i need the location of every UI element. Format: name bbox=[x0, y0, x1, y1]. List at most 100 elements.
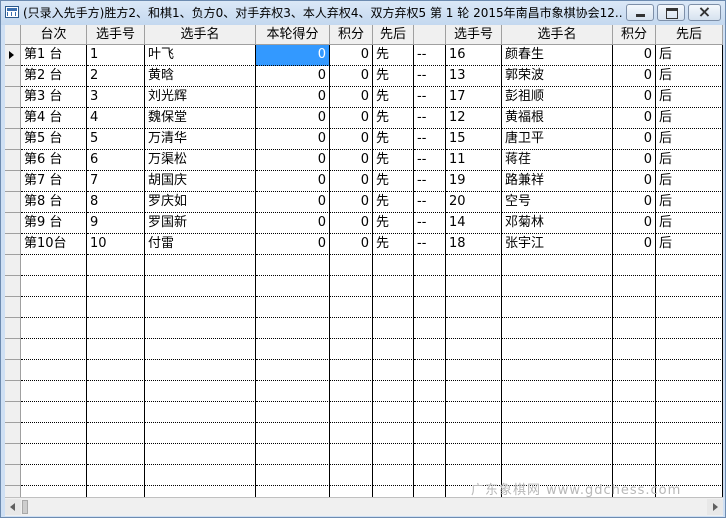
table-row[interactable]: 第6 台 6 万渠松 0 0 先 -- 11 蒋荏 0 后 bbox=[5, 150, 723, 171]
minimize-button[interactable] bbox=[626, 4, 654, 21]
cell-player-name[interactable] bbox=[145, 486, 256, 497]
cell-opp-color[interactable] bbox=[656, 318, 723, 339]
cell-opp-player-name[interactable]: 彭祖顺 bbox=[502, 87, 613, 108]
title-bar[interactable]: (只录入先手方)胜方2、和棋1、负方0、对手弃权3、本人弃权4、双方弃权5 第 … bbox=[1, 1, 725, 25]
cell-color[interactable] bbox=[373, 360, 414, 381]
cell-opp-player-no[interactable]: 16 bbox=[446, 45, 502, 66]
cell-score[interactable] bbox=[330, 255, 373, 276]
cell-opp-player-name[interactable] bbox=[502, 318, 613, 339]
cell-vs[interactable] bbox=[414, 444, 446, 465]
cell-opp-player-no[interactable]: 20 bbox=[446, 192, 502, 213]
table-row[interactable]: 第8 台 8 罗庆如 0 0 先 -- 20 空号 0 后 bbox=[5, 192, 723, 213]
column-header-player-no[interactable]: 选手号 bbox=[87, 25, 145, 45]
cell-color[interactable]: 先 bbox=[373, 66, 414, 87]
cell-round-score[interactable]: 0 bbox=[256, 234, 330, 255]
cell-vs[interactable] bbox=[414, 381, 446, 402]
cell-color[interactable] bbox=[373, 339, 414, 360]
cell-opp-color[interactable]: 后 bbox=[656, 66, 723, 87]
cell-opp-player-no[interactable] bbox=[446, 297, 502, 318]
row-indicator[interactable] bbox=[5, 129, 21, 150]
cell-player-no[interactable] bbox=[87, 318, 145, 339]
scroll-right-arrow-icon[interactable] bbox=[707, 499, 723, 515]
row-indicator[interactable] bbox=[5, 486, 21, 497]
cell-player-no[interactable] bbox=[87, 339, 145, 360]
horizontal-scrollbar[interactable] bbox=[5, 497, 723, 516]
row-indicator[interactable] bbox=[5, 423, 21, 444]
cell-color[interactable]: 先 bbox=[373, 192, 414, 213]
cell-opp-player-name[interactable]: 路兼祥 bbox=[502, 171, 613, 192]
cell-player-no[interactable] bbox=[87, 423, 145, 444]
cell-opp-score[interactable]: 0 bbox=[613, 192, 656, 213]
cell-vs[interactable] bbox=[414, 255, 446, 276]
cell-round-score[interactable] bbox=[256, 402, 330, 423]
cell-vs[interactable] bbox=[414, 360, 446, 381]
cell-color[interactable]: 先 bbox=[373, 108, 414, 129]
cell-player-no[interactable]: 10 bbox=[87, 234, 145, 255]
cell-board[interactable]: 第3 台 bbox=[21, 87, 87, 108]
column-header-opp-score[interactable]: 积分 bbox=[613, 25, 656, 45]
cell-opp-color[interactable]: 后 bbox=[656, 87, 723, 108]
cell-color[interactable] bbox=[373, 318, 414, 339]
cell-board[interactable] bbox=[21, 297, 87, 318]
cell-round-score[interactable]: 0 bbox=[256, 45, 330, 66]
cell-opp-color[interactable] bbox=[656, 276, 723, 297]
cell-vs[interactable]: -- bbox=[414, 108, 446, 129]
cell-opp-score[interactable]: 0 bbox=[613, 87, 656, 108]
table-row[interactable] bbox=[5, 255, 723, 276]
cell-opp-player-no[interactable]: 14 bbox=[446, 213, 502, 234]
cell-color[interactable]: 先 bbox=[373, 234, 414, 255]
cell-player-name[interactable]: 万渠松 bbox=[145, 150, 256, 171]
cell-color[interactable] bbox=[373, 444, 414, 465]
cell-round-score[interactable] bbox=[256, 360, 330, 381]
cell-round-score[interactable]: 0 bbox=[256, 129, 330, 150]
pairing-grid[interactable]: 台次 选手号 选手名 本轮得分 积分 先后 选手号 选手名 积分 先后 第1 台 1 叶飞 0 0 先 -- 1… bbox=[5, 25, 723, 497]
cell-opp-player-name[interactable] bbox=[502, 444, 613, 465]
table-row[interactable]: 第2 台 2 黄晗 0 0 先 -- 13 郭荣波 0 后 bbox=[5, 66, 723, 87]
row-indicator[interactable] bbox=[5, 213, 21, 234]
cell-color[interactable] bbox=[373, 297, 414, 318]
cell-color[interactable] bbox=[373, 423, 414, 444]
table-row[interactable] bbox=[5, 360, 723, 381]
cell-board[interactable] bbox=[21, 486, 87, 497]
cell-vs[interactable] bbox=[414, 486, 446, 497]
cell-player-name[interactable] bbox=[145, 297, 256, 318]
cell-opp-color[interactable]: 后 bbox=[656, 234, 723, 255]
cell-opp-player-name[interactable]: 唐卫平 bbox=[502, 129, 613, 150]
cell-opp-color[interactable]: 后 bbox=[656, 150, 723, 171]
cell-board[interactable]: 第9 台 bbox=[21, 213, 87, 234]
cell-player-name[interactable] bbox=[145, 255, 256, 276]
row-indicator[interactable] bbox=[5, 297, 21, 318]
cell-color[interactable]: 先 bbox=[373, 171, 414, 192]
cell-score[interactable]: 0 bbox=[330, 192, 373, 213]
cell-score[interactable]: 0 bbox=[330, 108, 373, 129]
cell-opp-player-no[interactable]: 18 bbox=[446, 234, 502, 255]
row-indicator[interactable] bbox=[5, 150, 21, 171]
cell-opp-color[interactable] bbox=[656, 297, 723, 318]
cell-round-score[interactable]: 0 bbox=[256, 150, 330, 171]
cell-player-no[interactable] bbox=[87, 255, 145, 276]
column-header-opp-player-name[interactable]: 选手名 bbox=[502, 25, 613, 45]
table-row[interactable]: 第5 台 5 万清华 0 0 先 -- 15 唐卫平 0 后 bbox=[5, 129, 723, 150]
current-row-indicator-icon[interactable] bbox=[5, 45, 21, 66]
table-row[interactable]: 第1 台 1 叶飞 0 0 先 -- 16 颜春生 0 后 bbox=[5, 45, 723, 66]
cell-score[interactable] bbox=[330, 276, 373, 297]
cell-opp-score[interactable]: 0 bbox=[613, 150, 656, 171]
cell-round-score[interactable] bbox=[256, 276, 330, 297]
cell-opp-color[interactable]: 后 bbox=[656, 192, 723, 213]
cell-opp-score[interactable]: 0 bbox=[613, 171, 656, 192]
cell-score[interactable]: 0 bbox=[330, 171, 373, 192]
cell-board[interactable] bbox=[21, 339, 87, 360]
row-indicator[interactable] bbox=[5, 276, 21, 297]
column-header-round-score[interactable]: 本轮得分 bbox=[256, 25, 330, 45]
cell-opp-player-name[interactable]: 空号 bbox=[502, 192, 613, 213]
cell-opp-score[interactable] bbox=[613, 276, 656, 297]
cell-vs[interactable]: -- bbox=[414, 171, 446, 192]
cell-opp-player-name[interactable]: 颜春生 bbox=[502, 45, 613, 66]
cell-score[interactable]: 0 bbox=[330, 87, 373, 108]
cell-opp-player-no[interactable] bbox=[446, 444, 502, 465]
cell-vs[interactable]: -- bbox=[414, 150, 446, 171]
cell-vs[interactable]: -- bbox=[414, 129, 446, 150]
cell-opp-player-name[interactable]: 郭荣波 bbox=[502, 66, 613, 87]
cell-opp-player-no[interactable] bbox=[446, 276, 502, 297]
row-indicator[interactable] bbox=[5, 360, 21, 381]
